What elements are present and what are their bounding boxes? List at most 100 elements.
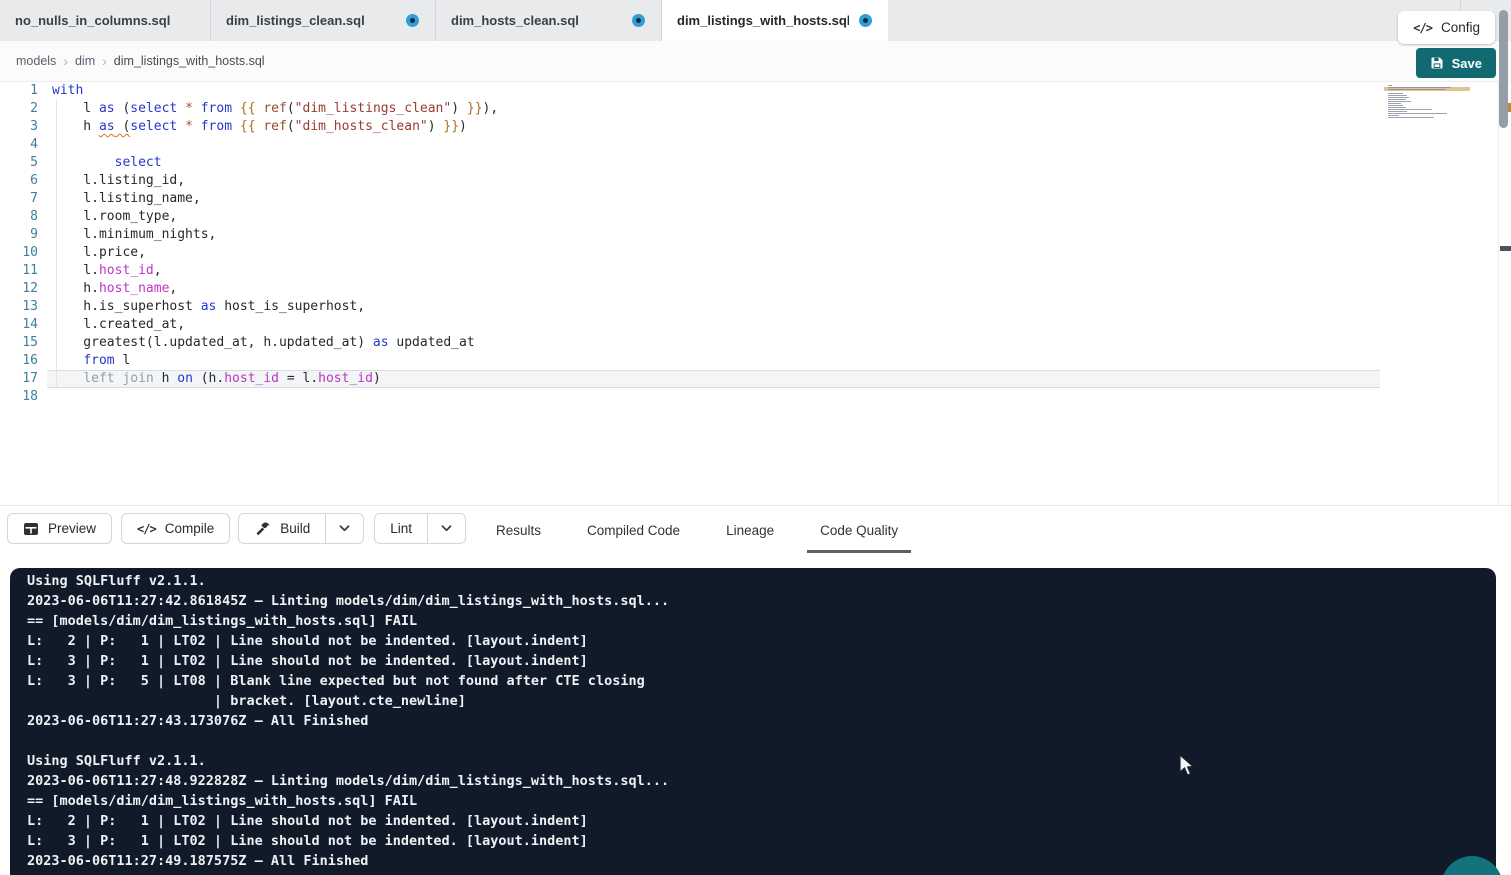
line-number: 10 (0, 244, 38, 262)
code-line[interactable]: h as (select * from {{ ref("dim_hosts_cl… (52, 118, 498, 136)
code-line[interactable]: l.listing_name, (52, 190, 498, 208)
terminal-line: | bracket. [layout.cte_newline] (27, 691, 1496, 711)
line-number: 5 (0, 154, 38, 172)
preview-button[interactable]: Preview (7, 513, 112, 544)
line-number: 13 (0, 298, 38, 316)
file-tab-label: dim_hosts_clean.sql (451, 13, 622, 28)
line-number: 17 (0, 370, 38, 388)
line-number: 8 (0, 208, 38, 226)
lint-button-group: Lint (374, 513, 466, 544)
build-button-label: Build (280, 521, 310, 536)
build-dropdown-button[interactable] (325, 513, 364, 544)
breadcrumb-separator-icon: › (102, 53, 107, 69)
terminal-line: Using SQLFluff v2.1.1. (27, 751, 1496, 771)
tab-lineage[interactable]: Lineage (713, 507, 787, 553)
preview-button-label: Preview (48, 521, 96, 536)
lint-button-label: Lint (390, 521, 412, 536)
code-line[interactable] (52, 136, 498, 154)
dbt-ide-window: no_nulls_in_columns.sql dim_listings_clea… (0, 0, 1511, 875)
line-number: 11 (0, 262, 38, 280)
breadcrumb-item: dim (75, 54, 95, 68)
result-panel-tabs: Results Compiled Code Lineage Code Quality (483, 507, 911, 553)
compile-button[interactable]: </> Compile (121, 513, 230, 544)
build-button[interactable]: Build (238, 513, 325, 544)
tab-compiled-code[interactable]: Compiled Code (574, 507, 693, 553)
compile-button-label: Compile (165, 521, 215, 536)
line-number: 2 (0, 100, 38, 118)
editor-file-tab[interactable]: dim_listings_with_hosts.sql (662, 0, 888, 41)
terminal-line: == [models/dim/dim_listings_with_hosts.s… (27, 611, 1496, 631)
line-number: 16 (0, 352, 38, 370)
minimap[interactable] (1384, 84, 1470, 128)
code-line[interactable]: h.host_name, (52, 280, 498, 298)
code-line[interactable]: l.listing_id, (52, 172, 498, 190)
terminal-line: 2023-06-06T11:27:42.861845Z — Linting mo… (27, 591, 1496, 611)
code-line[interactable]: from l (52, 352, 498, 370)
file-tab-label: no_nulls_in_columns.sql (15, 13, 194, 28)
terminal-output: Using SQLFluff v2.1.1.2023-06-06T11:27:4… (27, 571, 1496, 871)
line-number: 1 (0, 82, 38, 100)
minimap-lines (1388, 85, 1466, 121)
code-line[interactable]: l.price, (52, 244, 498, 262)
terminal-line: L: 3 | P: 1 | LT02 | Line should not be … (27, 651, 1496, 671)
code-line[interactable] (52, 388, 498, 406)
code-line[interactable]: l.created_at, (52, 316, 498, 334)
save-button-label: Save (1452, 56, 1482, 71)
line-number: 14 (0, 316, 38, 334)
chevron-down-icon (339, 525, 350, 532)
line-number: 18 (0, 388, 38, 406)
tab-code-quality[interactable]: Code Quality (807, 507, 911, 553)
line-number: 3 (0, 118, 38, 136)
terminal-line: L: 3 | P: 1 | LT02 | Line should not be … (27, 831, 1496, 851)
overview-ruler-cursor-marker (1500, 246, 1511, 251)
terminal-line (27, 731, 1496, 751)
code-content: with l as (select * from {{ ref("dim_lis… (52, 82, 498, 406)
code-icon: </> (1413, 21, 1432, 35)
editor-file-tab[interactable]: dim_listings_clean.sql (211, 0, 436, 41)
line-number: 7 (0, 190, 38, 208)
editor-scrollbar-track (1498, 82, 1499, 506)
breadcrumb-item: models (16, 54, 56, 68)
config-button-label: Config (1441, 20, 1480, 35)
code-line[interactable]: l.room_type, (52, 208, 498, 226)
line-number: 6 (0, 172, 38, 190)
action-buttons: Preview </> Compile Build Lint (7, 513, 466, 544)
code-line[interactable]: with (52, 82, 498, 100)
save-button[interactable]: Save (1416, 48, 1496, 78)
code-icon: </> (137, 522, 156, 536)
terminal-line: L: 2 | P: 1 | LT02 | Line should not be … (27, 811, 1496, 831)
code-line[interactable]: left join h on (h.host_id = l.host_id) (52, 370, 498, 388)
editor-file-tab[interactable]: no_nulls_in_columns.sql (0, 0, 211, 41)
breadcrumb-item: dim_listings_with_hosts.sql (114, 54, 265, 68)
editor-tab-bar: no_nulls_in_columns.sql dim_listings_clea… (0, 0, 1511, 41)
code-line[interactable]: l.host_id, (52, 262, 498, 280)
terminal-line: L: 2 | P: 1 | LT02 | Line should not be … (27, 631, 1496, 651)
terminal-line: Using SQLFluff v2.1.1. (27, 571, 1496, 591)
breadcrumb-separator-icon: › (63, 53, 68, 69)
table-icon (23, 521, 39, 537)
code-line[interactable]: greatest(l.updated_at, h.updated_at) as … (52, 334, 498, 352)
unsaved-changes-icon (859, 14, 872, 27)
save-icon (1430, 56, 1444, 70)
code-line[interactable]: select (52, 154, 498, 172)
code-line[interactable]: l.minimum_nights, (52, 226, 498, 244)
tab-results[interactable]: Results (483, 507, 554, 553)
lint-dropdown-button[interactable] (427, 513, 466, 544)
chevron-down-icon (441, 525, 452, 532)
code-editor[interactable]: 123456789101112131415161718 with l as (s… (0, 82, 1511, 506)
terminal-line: 2023-06-06T11:27:43.173076Z — All Finish… (27, 711, 1496, 731)
terminal-scrollbar-thumb[interactable] (1499, 10, 1508, 128)
line-number: 9 (0, 226, 38, 244)
unsaved-changes-icon (632, 14, 645, 27)
build-button-group: Build (238, 513, 364, 544)
terminal-line: L: 3 | P: 5 | LT08 | Blank line expected… (27, 671, 1496, 691)
lint-button[interactable]: Lint (374, 513, 427, 544)
terminal-line: 2023-06-06T11:27:49.187575Z — All Finish… (27, 851, 1496, 871)
editor-file-tab[interactable]: dim_hosts_clean.sql (436, 0, 662, 41)
action-toolbar: Preview </> Compile Build Lint Results Compil… (0, 507, 1511, 568)
hammer-icon (254, 521, 271, 537)
lint-output-terminal: Using SQLFluff v2.1.1.2023-06-06T11:27:4… (10, 568, 1496, 875)
code-line[interactable]: h.is_superhost as host_is_superhost, (52, 298, 498, 316)
config-button[interactable]: </> Config (1398, 11, 1495, 44)
code-line[interactable]: l as (select * from {{ ref("dim_listings… (52, 100, 498, 118)
